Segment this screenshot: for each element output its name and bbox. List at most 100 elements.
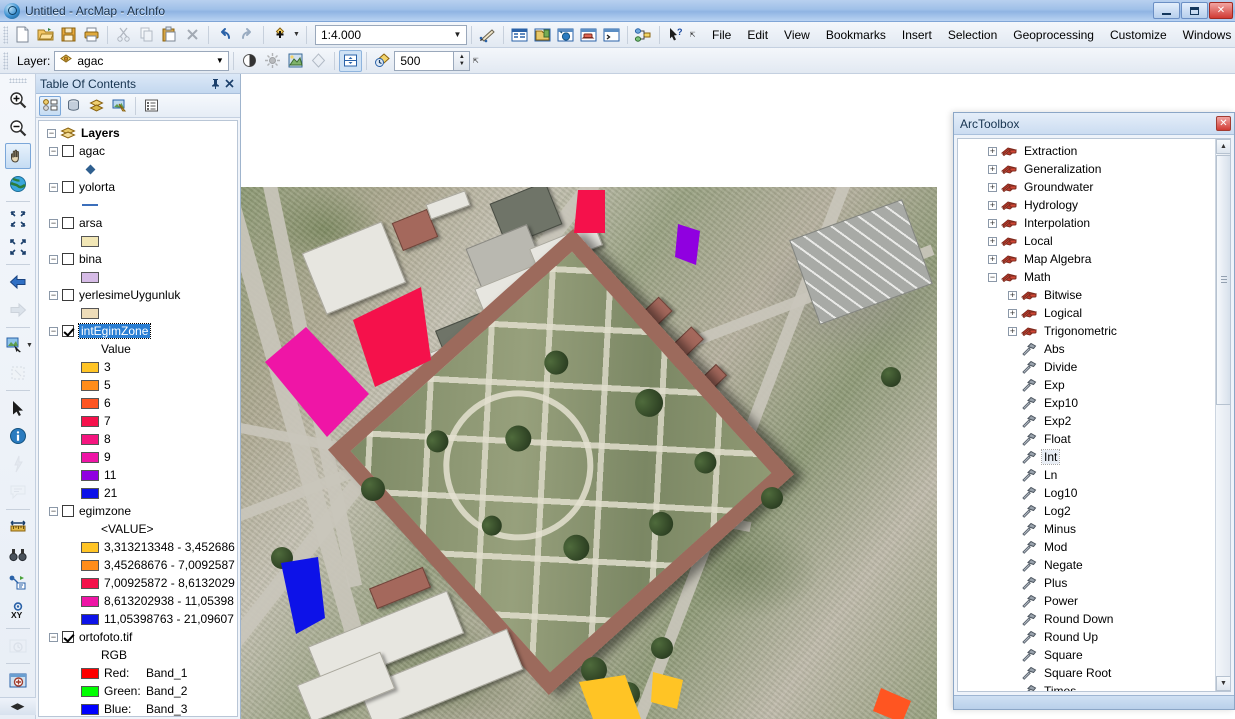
delete-icon[interactable] — [181, 24, 204, 46]
toolbar-grip[interactable] — [3, 25, 8, 44]
toc-layer-tree[interactable]: − Layers − agac − yolorta − arsa − bina … — [38, 120, 238, 717]
time-slider-tool[interactable] — [5, 633, 31, 659]
tool-divide[interactable]: Divide — [966, 358, 1215, 376]
list-by-source-button[interactable] — [62, 96, 84, 116]
new-map-icon[interactable] — [11, 24, 34, 46]
list-by-visibility-button[interactable] — [85, 96, 107, 116]
toolset-bitwise[interactable]: + Bitwise — [966, 286, 1215, 304]
fixed-zoom-out-tool[interactable] — [5, 234, 31, 260]
menu-item-insert[interactable]: Insert — [894, 25, 940, 45]
tool-exp10[interactable]: Exp10 — [966, 394, 1215, 412]
cut-icon[interactable] — [112, 24, 135, 46]
toc-layer-bina[interactable]: − bina — [39, 250, 237, 268]
layer-visibility-checkbox[interactable] — [62, 631, 74, 643]
menu-item-customize[interactable]: Customize — [1102, 25, 1175, 45]
go-back-extent-tool[interactable] — [5, 269, 31, 295]
collapse-expander-icon[interactable]: − — [49, 632, 58, 642]
collapse-expander-icon[interactable]: − — [49, 182, 58, 192]
chevron-down-icon[interactable]: ▼ — [449, 26, 466, 44]
expand-expander-icon[interactable]: + — [988, 200, 997, 210]
tool-mod[interactable]: Mod — [966, 538, 1215, 556]
expand-expander-icon[interactable]: + — [988, 236, 997, 246]
toc-layer-arsa[interactable]: − arsa — [39, 214, 237, 232]
contrast-icon[interactable] — [238, 50, 261, 72]
save-icon[interactable] — [57, 24, 80, 46]
toc-layer-yolorta[interactable]: − yolorta — [39, 178, 237, 196]
go-to-xy-tool[interactable]: XY — [5, 598, 31, 624]
tool-int[interactable]: Int — [966, 448, 1215, 466]
tool-log2[interactable]: Log2 — [966, 502, 1215, 520]
open-icon[interactable] — [34, 24, 57, 46]
collapse-expander-icon[interactable]: − — [49, 218, 58, 228]
layer-visibility-checkbox[interactable] — [62, 325, 74, 337]
expand-expander-icon[interactable]: + — [988, 146, 997, 156]
tool-square-root[interactable]: Square Root — [966, 664, 1215, 682]
tool-times[interactable]: Times — [966, 682, 1215, 691]
toolset-generalization[interactable]: + Generalization — [966, 160, 1215, 178]
whats-this-help-icon[interactable]: ? — [664, 24, 687, 46]
expand-expander-icon[interactable]: + — [1008, 326, 1017, 336]
measure-tool[interactable] — [5, 514, 31, 540]
tool-exp2[interactable]: Exp2 — [966, 412, 1215, 430]
collapse-expander-icon[interactable]: − — [49, 254, 58, 264]
image-analysis-icon[interactable] — [284, 50, 307, 72]
toc-layer-yerlesimeuygunluk[interactable]: − yerlesimeUygunluk — [39, 286, 237, 304]
layer-select[interactable]: agac ▼ — [54, 50, 230, 71]
toolbar-grip[interactable] — [8, 78, 27, 83]
expand-expander-icon[interactable]: + — [1008, 308, 1017, 318]
arctoolbox-icon[interactable] — [577, 24, 600, 46]
toolbar-grip[interactable] — [3, 51, 8, 70]
toolbar-overflow-icon[interactable]: ⇱ — [470, 50, 481, 72]
copy-icon[interactable] — [135, 24, 158, 46]
collapse-expander-icon[interactable]: − — [49, 506, 58, 516]
pan-tool[interactable] — [4, 143, 31, 169]
close-button[interactable]: ✕ — [1209, 2, 1233, 19]
expand-expander-icon[interactable]: + — [988, 182, 997, 192]
html-popup-tool[interactable] — [5, 479, 31, 505]
toc-layer-integimzone[interactable]: − intEgimZone — [39, 322, 237, 340]
toolset-local[interactable]: + Local — [966, 232, 1215, 250]
table-of-contents-icon[interactable] — [508, 24, 531, 46]
map-scale-combo[interactable]: 1:4.000 ▼ — [315, 24, 467, 45]
expand-expander-icon[interactable]: + — [988, 164, 997, 174]
redo-icon[interactable] — [236, 24, 259, 46]
python-window-icon[interactable] — [600, 24, 623, 46]
create-viewer-window-tool[interactable] — [5, 668, 31, 694]
hyperlink-tool[interactable] — [5, 451, 31, 477]
layer-visibility-checkbox[interactable] — [62, 505, 74, 517]
toc-layer-ortofoto[interactable]: − ortofoto.tif — [39, 628, 237, 646]
menu-item-windows[interactable]: Windows — [1175, 25, 1235, 45]
catalog-icon[interactable] — [531, 24, 554, 46]
flicker-interval-stepper[interactable]: ▲ ▼ — [454, 50, 471, 71]
tool-plus[interactable]: Plus — [966, 574, 1215, 592]
collapse-expander-icon[interactable]: − — [988, 272, 997, 282]
pin-icon[interactable] — [208, 77, 222, 91]
full-extent-tool[interactable] — [5, 171, 31, 197]
close-icon[interactable] — [222, 77, 236, 91]
layer-visibility-checkbox[interactable] — [62, 181, 74, 193]
arctoolbox-scrollbar[interactable]: ▲ ▼ — [1215, 139, 1230, 691]
toolset-hydrology[interactable]: + Hydrology — [966, 196, 1215, 214]
zoom-in-tool[interactable] — [5, 87, 31, 113]
collapse-expander-icon[interactable]: − — [49, 290, 58, 300]
layer-visibility-checkbox[interactable] — [62, 289, 74, 301]
toolset-extraction[interactable]: + Extraction — [966, 142, 1215, 160]
toolbar-overflow-icon[interactable]: ⇱ — [687, 24, 698, 46]
flicker-interval-input[interactable]: 500 — [394, 50, 455, 71]
toc-root-layers[interactable]: − Layers — [39, 124, 237, 142]
chevron-down-icon[interactable]: ▼ — [211, 52, 228, 70]
list-by-selection-button[interactable] — [108, 96, 130, 116]
zoom-out-tool[interactable] — [5, 115, 31, 141]
menu-item-bookmarks[interactable]: Bookmarks — [818, 25, 894, 45]
menu-item-edit[interactable]: Edit — [739, 25, 776, 45]
toc-layer-agac[interactable]: − agac — [39, 142, 237, 160]
layer-visibility-checkbox[interactable] — [62, 217, 74, 229]
identify-tool[interactable] — [5, 423, 31, 449]
find-route-tool[interactable] — [5, 570, 31, 596]
layer-visibility-checkbox[interactable] — [62, 253, 74, 265]
select-features-tool[interactable] — [2, 332, 28, 358]
scrollbar-thumb[interactable] — [1216, 155, 1230, 405]
add-data-dropdown-arrow[interactable]: ▼ — [291, 24, 302, 46]
tool-log10[interactable]: Log10 — [966, 484, 1215, 502]
editor-toolbar-icon[interactable] — [476, 24, 499, 46]
